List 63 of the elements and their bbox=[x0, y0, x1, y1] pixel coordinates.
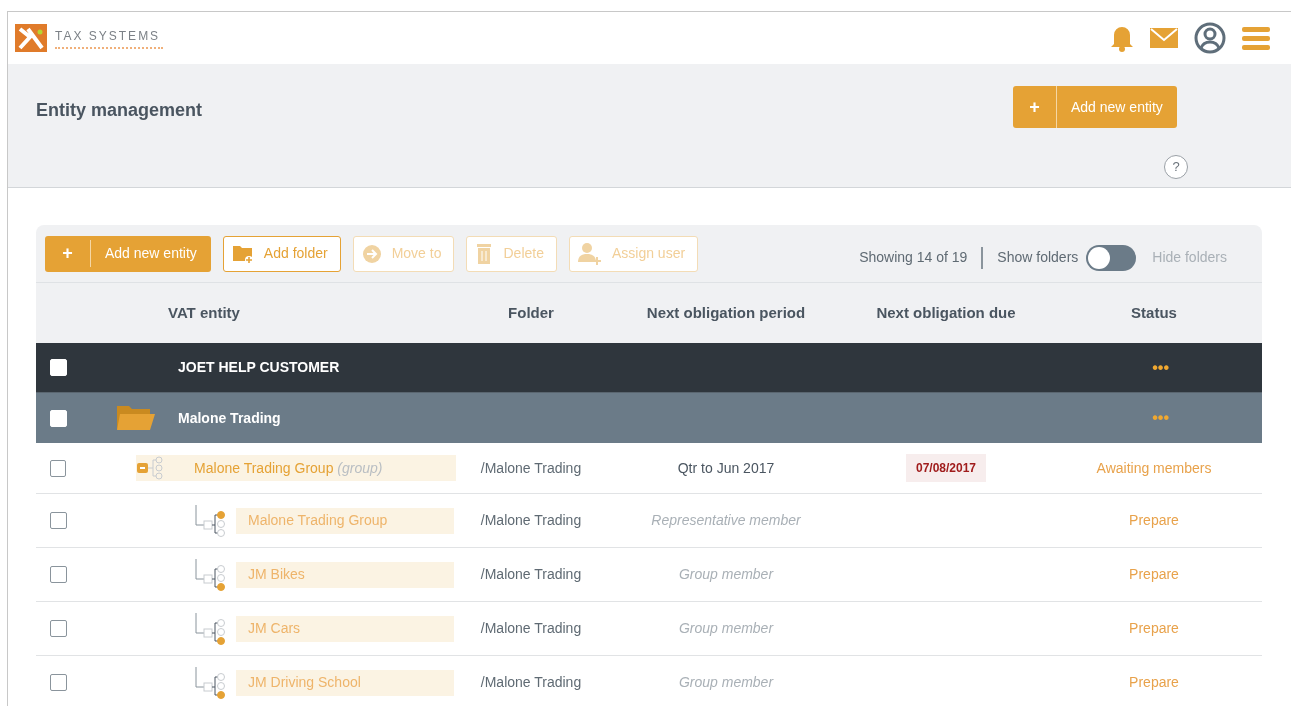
folder-icon bbox=[117, 404, 155, 432]
folder-cell-text: /Malone Trading bbox=[479, 565, 583, 584]
add-user-icon bbox=[577, 241, 602, 266]
folder-cell-text: /Malone Trading bbox=[479, 511, 583, 530]
period-cell-text: Group member bbox=[677, 565, 775, 584]
help-button[interactable]: ? bbox=[1164, 155, 1188, 179]
group-name: Malone Trading Group (group) bbox=[194, 458, 383, 478]
folder-icon bbox=[231, 243, 254, 264]
trash-icon bbox=[475, 242, 494, 265]
folders-toggle[interactable] bbox=[1086, 244, 1137, 271]
status-link[interactable]: Prepare bbox=[1046, 564, 1262, 585]
user-avatar-icon[interactable] bbox=[1194, 22, 1226, 54]
column-header: Next obligation due bbox=[875, 302, 1017, 323]
showing-count: Showing 14 of 19 bbox=[859, 248, 968, 267]
entity-row[interactable]: Malone Trading Group /Malone Trading Representative member Prepare bbox=[36, 494, 1262, 548]
customer-name: JOET HELP CUSTOMER bbox=[178, 358, 340, 377]
page-title: Entity management bbox=[36, 99, 203, 122]
column-header: Folder bbox=[507, 302, 555, 323]
group-entity-label[interactable]: Malone Trading Group (group) bbox=[136, 455, 456, 481]
add-folder-button[interactable]: Add folder bbox=[222, 235, 341, 272]
more-options-button[interactable]: ••• bbox=[1152, 406, 1169, 430]
row-checkbox[interactable] bbox=[50, 512, 67, 529]
arrow-right-icon bbox=[361, 243, 382, 264]
more-options-button[interactable]: ••• bbox=[1152, 355, 1169, 380]
folder-cell-text: /Malone Trading bbox=[479, 673, 583, 692]
folder-name: Malone Trading bbox=[178, 408, 281, 428]
period-cell-text: Qtr to Jun 2017 bbox=[676, 458, 776, 478]
folder-cell-text: /Malone Trading bbox=[479, 458, 583, 478]
status-link[interactable]: Prepare bbox=[1046, 510, 1262, 531]
entity-row[interactable]: JM Bikes /Malone Trading Group member Prepare bbox=[36, 548, 1262, 602]
due-date-badge: 07/08/2017 bbox=[905, 454, 987, 482]
row-checkbox[interactable] bbox=[50, 566, 67, 583]
folder-row[interactable]: Malone Trading ••• bbox=[36, 393, 1262, 443]
row-checkbox[interactable] bbox=[50, 459, 67, 477]
brand-name: TAX SYSTEMS bbox=[55, 28, 162, 45]
row-checkbox[interactable] bbox=[50, 620, 67, 637]
period-cell-text: Representative member bbox=[650, 511, 802, 530]
member-name[interactable]: JM Bikes bbox=[236, 561, 454, 588]
member-name[interactable]: JM Driving School bbox=[236, 669, 454, 696]
menu-icon[interactable] bbox=[1242, 26, 1270, 50]
toggle-label: Hide folders bbox=[1152, 248, 1227, 267]
column-header: Next obligation period bbox=[645, 302, 807, 323]
customer-row[interactable]: JOET HELP CUSTOMER ••• bbox=[36, 343, 1262, 393]
logo-icon bbox=[15, 24, 47, 52]
mail-icon[interactable] bbox=[1150, 28, 1178, 48]
folder-cell-text: /Malone Trading bbox=[479, 619, 583, 638]
entity-row[interactable]: Malone Trading Group (group) /Malone Trading Qtr to Jun 2017 07/08/2017 Awaiting members bbox=[36, 443, 1262, 494]
column-header: Status bbox=[1130, 302, 1178, 323]
add-entity-button[interactable]: + Add new entity bbox=[1013, 86, 1177, 128]
status-link[interactable]: Awaiting members bbox=[1046, 457, 1262, 479]
period-cell-text: Group member bbox=[677, 619, 775, 638]
entity-row[interactable]: JM Cars /Malone Trading Group member Prepare bbox=[36, 602, 1262, 656]
bell-icon[interactable] bbox=[1110, 24, 1134, 52]
entity-row[interactable]: JM Driving School /Malone Trading Group member Prepare bbox=[36, 656, 1262, 706]
member-name[interactable]: JM Cars bbox=[236, 615, 454, 642]
period-cell-text: Group member bbox=[677, 673, 775, 692]
toggle-label: Show folders bbox=[997, 248, 1079, 267]
add-entity-button[interactable]: + Add new entity bbox=[45, 235, 211, 272]
status-link[interactable]: Prepare bbox=[1046, 618, 1262, 639]
member-name[interactable]: Malone Trading Group bbox=[236, 507, 454, 534]
column-header: VAT entity bbox=[167, 302, 241, 323]
status-link[interactable]: Prepare bbox=[1046, 672, 1262, 693]
row-checkbox[interactable] bbox=[50, 674, 67, 691]
